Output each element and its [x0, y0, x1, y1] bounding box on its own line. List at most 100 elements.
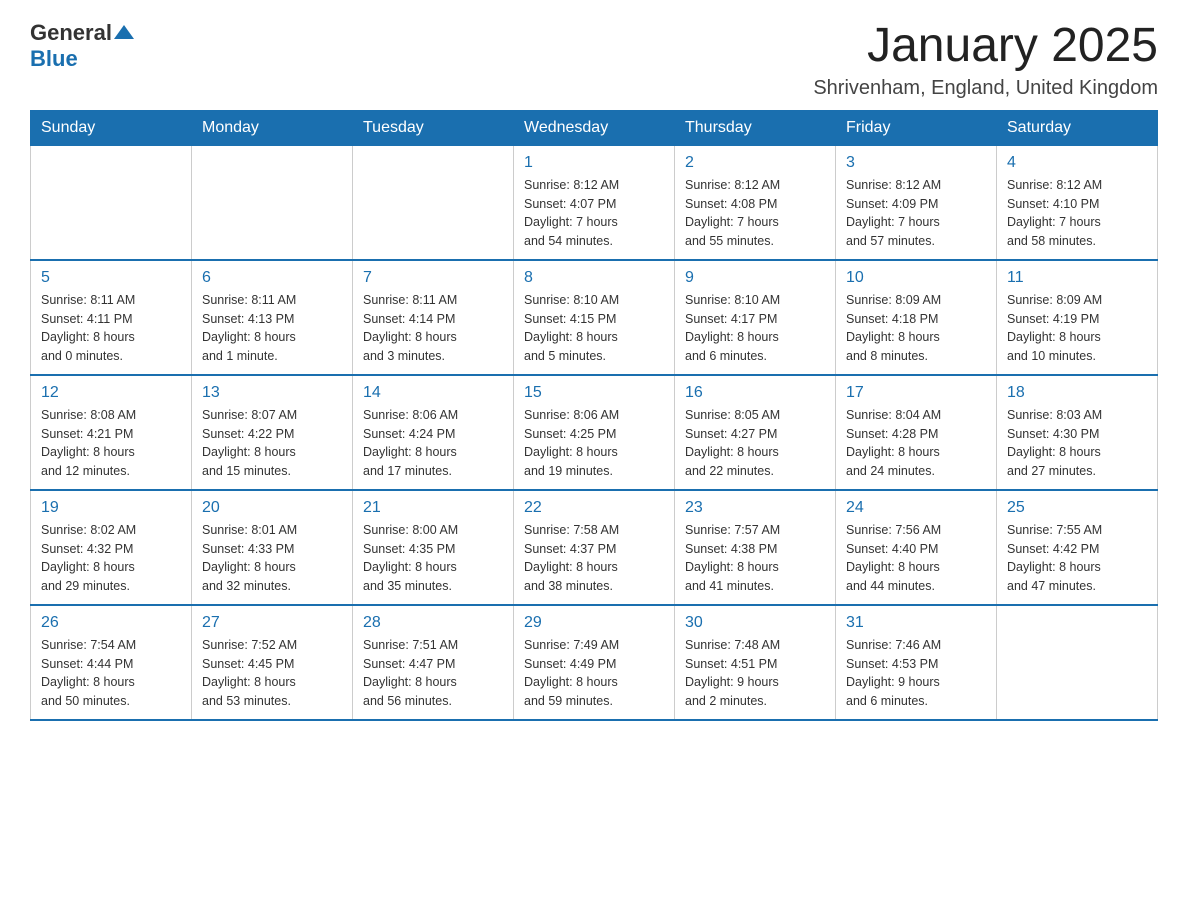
calendar-cell: 11 Sunrise: 8:09 AM Sunset: 4:19 PM Dayli… [997, 260, 1158, 375]
day-info: Sunrise: 8:10 AM Sunset: 4:15 PM Dayligh… [524, 291, 664, 366]
day-info: Sunrise: 7:46 AM Sunset: 4:53 PM Dayligh… [846, 636, 986, 711]
calendar-table: SundayMondayTuesdayWednesdayThursdayFrid… [30, 110, 1158, 721]
day-number: 21 [363, 499, 503, 517]
day-info: Sunrise: 8:10 AM Sunset: 4:17 PM Dayligh… [685, 291, 825, 366]
day-number: 5 [41, 269, 181, 287]
calendar-cell [31, 145, 192, 260]
calendar-cell: 25Sunrise: 7:55 AM Sunset: 4:42 PM Dayli… [997, 490, 1158, 605]
day-number: 23 [685, 499, 825, 517]
day-info: Sunrise: 8:12 AM Sunset: 4:10 PM Dayligh… [1007, 176, 1147, 251]
calendar-cell: 2 Sunrise: 8:12 AM Sunset: 4:08 PM Daylig… [675, 145, 836, 260]
day-number: 27 [202, 614, 342, 632]
day-number: 26 [41, 614, 181, 632]
weekday-header-saturday: Saturday [997, 110, 1158, 145]
day-info: Sunrise: 7:57 AM Sunset: 4:38 PM Dayligh… [685, 521, 825, 596]
calendar-week-row: 12 Sunrise: 8:08 AM Sunset: 4:21 PM Dayli… [31, 375, 1158, 490]
calendar-cell: 13 Sunrise: 8:07 AM Sunset: 4:22 PM Dayli… [192, 375, 353, 490]
calendar-cell: 6Sunrise: 8:11 AM Sunset: 4:13 PM Daylig… [192, 260, 353, 375]
weekday-header-friday: Friday [836, 110, 997, 145]
calendar-cell [997, 605, 1158, 720]
day-number: 7 [363, 269, 503, 287]
calendar-week-row: 26Sunrise: 7:54 AM Sunset: 4:44 PM Dayli… [31, 605, 1158, 720]
calendar-cell: 18Sunrise: 8:03 AM Sunset: 4:30 PM Dayli… [997, 375, 1158, 490]
day-number: 25 [1007, 499, 1147, 517]
day-number: 30 [685, 614, 825, 632]
day-number: 13 [202, 384, 342, 402]
day-number: 10 [846, 269, 986, 287]
day-number: 11 [1007, 269, 1147, 287]
calendar-cell: 17Sunrise: 8:04 AM Sunset: 4:28 PM Dayli… [836, 375, 997, 490]
day-info: Sunrise: 7:48 AM Sunset: 4:51 PM Dayligh… [685, 636, 825, 711]
day-number: 19 [41, 499, 181, 517]
calendar-cell: 28 Sunrise: 7:51 AM Sunset: 4:47 PM Dayli… [353, 605, 514, 720]
calendar-cell: 30 Sunrise: 7:48 AM Sunset: 4:51 PM Dayli… [675, 605, 836, 720]
day-info: Sunrise: 8:06 AM Sunset: 4:25 PM Dayligh… [524, 406, 664, 481]
location-subtitle: Shrivenham, England, United Kingdom [813, 77, 1158, 100]
day-info: Sunrise: 8:12 AM Sunset: 4:07 PM Dayligh… [524, 176, 664, 251]
calendar-cell: 24 Sunrise: 7:56 AM Sunset: 4:40 PM Dayli… [836, 490, 997, 605]
calendar-cell: 5 Sunrise: 8:11 AM Sunset: 4:11 PM Daylig… [31, 260, 192, 375]
calendar-cell: 31 Sunrise: 7:46 AM Sunset: 4:53 PM Dayli… [836, 605, 997, 720]
day-info: Sunrise: 8:11 AM Sunset: 4:14 PM Dayligh… [363, 291, 503, 366]
calendar-cell: 26Sunrise: 7:54 AM Sunset: 4:44 PM Dayli… [31, 605, 192, 720]
day-info: Sunrise: 8:06 AM Sunset: 4:24 PM Dayligh… [363, 406, 503, 481]
day-number: 28 [363, 614, 503, 632]
calendar-cell: 12 Sunrise: 8:08 AM Sunset: 4:21 PM Dayli… [31, 375, 192, 490]
day-number: 8 [524, 269, 664, 287]
calendar-cell: 14 Sunrise: 8:06 AM Sunset: 4:24 PM Dayli… [353, 375, 514, 490]
weekday-header-tuesday: Tuesday [353, 110, 514, 145]
day-number: 14 [363, 384, 503, 402]
day-info: Sunrise: 8:01 AM Sunset: 4:33 PM Dayligh… [202, 521, 342, 596]
calendar-body: 1Sunrise: 8:12 AM Sunset: 4:07 PM Daylig… [31, 145, 1158, 720]
day-info: Sunrise: 8:07 AM Sunset: 4:22 PM Dayligh… [202, 406, 342, 481]
day-number: 22 [524, 499, 664, 517]
day-info: Sunrise: 7:56 AM Sunset: 4:40 PM Dayligh… [846, 521, 986, 596]
day-info: Sunrise: 8:12 AM Sunset: 4:08 PM Dayligh… [685, 176, 825, 251]
calendar-cell: 16Sunrise: 8:05 AM Sunset: 4:27 PM Dayli… [675, 375, 836, 490]
day-info: Sunrise: 8:00 AM Sunset: 4:35 PM Dayligh… [363, 521, 503, 596]
calendar-cell: 29Sunrise: 7:49 AM Sunset: 4:49 PM Dayli… [514, 605, 675, 720]
day-info: Sunrise: 7:49 AM Sunset: 4:49 PM Dayligh… [524, 636, 664, 711]
weekday-header-thursday: Thursday [675, 110, 836, 145]
calendar-cell: 22 Sunrise: 7:58 AM Sunset: 4:37 PM Dayli… [514, 490, 675, 605]
weekday-header-row: SundayMondayTuesdayWednesdayThursdayFrid… [31, 110, 1158, 145]
month-year-title: January 2025 [813, 20, 1158, 73]
calendar-cell: 3 Sunrise: 8:12 AM Sunset: 4:09 PM Daylig… [836, 145, 997, 260]
calendar-cell: 10 Sunrise: 8:09 AM Sunset: 4:18 PM Dayli… [836, 260, 997, 375]
day-number: 3 [846, 154, 986, 172]
calendar-cell: 23 Sunrise: 7:57 AM Sunset: 4:38 PM Dayli… [675, 490, 836, 605]
calendar-cell: 4Sunrise: 8:12 AM Sunset: 4:10 PM Daylig… [997, 145, 1158, 260]
day-number: 2 [685, 154, 825, 172]
day-number: 12 [41, 384, 181, 402]
calendar-cell [353, 145, 514, 260]
page-header: General Blue January 2025 Shrivenham, En… [30, 20, 1158, 100]
day-number: 24 [846, 499, 986, 517]
day-info: Sunrise: 8:09 AM Sunset: 4:19 PM Dayligh… [1007, 291, 1147, 366]
day-info: Sunrise: 8:11 AM Sunset: 4:11 PM Dayligh… [41, 291, 181, 366]
calendar-cell: 20Sunrise: 8:01 AM Sunset: 4:33 PM Dayli… [192, 490, 353, 605]
day-number: 15 [524, 384, 664, 402]
day-number: 18 [1007, 384, 1147, 402]
calendar-week-row: 1Sunrise: 8:12 AM Sunset: 4:07 PM Daylig… [31, 145, 1158, 260]
day-info: Sunrise: 7:51 AM Sunset: 4:47 PM Dayligh… [363, 636, 503, 711]
weekday-header-sunday: Sunday [31, 110, 192, 145]
day-info: Sunrise: 7:58 AM Sunset: 4:37 PM Dayligh… [524, 521, 664, 596]
day-number: 31 [846, 614, 986, 632]
logo-blue-text: Blue [30, 46, 78, 72]
title-section: January 2025 Shrivenham, England, United… [813, 20, 1158, 100]
day-number: 6 [202, 269, 342, 287]
calendar-cell: 7 Sunrise: 8:11 AM Sunset: 4:14 PM Daylig… [353, 260, 514, 375]
weekday-header-monday: Monday [192, 110, 353, 145]
calendar-cell: 9Sunrise: 8:10 AM Sunset: 4:17 PM Daylig… [675, 260, 836, 375]
calendar-cell: 19 Sunrise: 8:02 AM Sunset: 4:32 PM Dayli… [31, 490, 192, 605]
logo-general-text: General [30, 20, 112, 46]
day-info: Sunrise: 8:04 AM Sunset: 4:28 PM Dayligh… [846, 406, 986, 481]
day-info: Sunrise: 7:52 AM Sunset: 4:45 PM Dayligh… [202, 636, 342, 711]
day-info: Sunrise: 8:08 AM Sunset: 4:21 PM Dayligh… [41, 406, 181, 481]
calendar-cell: 15 Sunrise: 8:06 AM Sunset: 4:25 PM Dayli… [514, 375, 675, 490]
day-info: Sunrise: 8:09 AM Sunset: 4:18 PM Dayligh… [846, 291, 986, 366]
calendar-cell [192, 145, 353, 260]
day-info: Sunrise: 8:12 AM Sunset: 4:09 PM Dayligh… [846, 176, 986, 251]
day-info: Sunrise: 8:02 AM Sunset: 4:32 PM Dayligh… [41, 521, 181, 596]
calendar-week-row: 5 Sunrise: 8:11 AM Sunset: 4:11 PM Daylig… [31, 260, 1158, 375]
